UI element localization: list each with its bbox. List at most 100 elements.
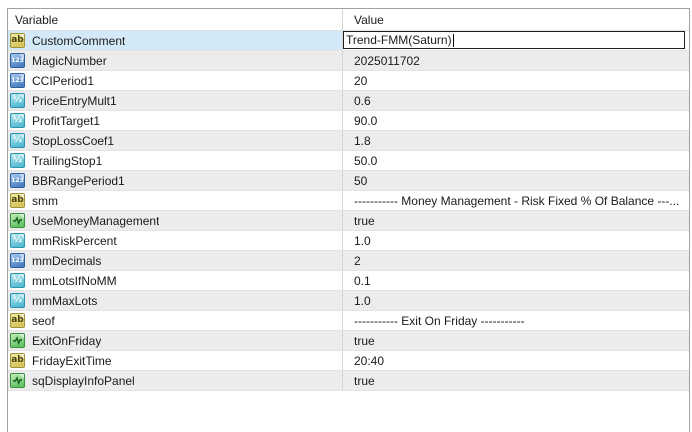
value-cell[interactable]: 1.0: [343, 231, 689, 250]
variable-name: ProfitTarget1: [32, 114, 100, 128]
value-text: 1.8: [354, 134, 371, 148]
value-cell[interactable]: 0.6: [343, 91, 689, 110]
table-row[interactable]: ½ ProfitTarget1 90.0: [8, 111, 689, 131]
double-icon: ½: [10, 153, 25, 168]
table-row[interactable]: ½ mmMaxLots 1.0: [8, 291, 689, 311]
table-row[interactable]: ½ mmLotsIfNoMM 0.1: [8, 271, 689, 291]
value-cell[interactable]: 20: [343, 71, 689, 90]
variable-name: StopLossCoef1: [32, 134, 114, 148]
value-cell[interactable]: 2025011702: [343, 51, 689, 70]
value-cell[interactable]: 50.0: [343, 151, 689, 170]
value-cell[interactable]: ----------- Exit On Friday -----------: [343, 311, 689, 330]
string-icon: ab: [10, 193, 25, 208]
boolean-icon: [10, 333, 25, 348]
value-text: true: [354, 334, 375, 348]
double-icon: ½: [10, 133, 25, 148]
integer-icon: 123: [10, 73, 25, 88]
integer-icon: 123: [10, 53, 25, 68]
variable-cell: ½ TrailingStop1: [8, 151, 343, 170]
value-text: 1.0: [354, 294, 371, 308]
double-icon: ½: [10, 293, 25, 308]
value-text: 0.6: [354, 94, 371, 108]
parameter-rows: ab CustomComment Trend-FMM(Saturn) 123 M…: [8, 31, 689, 391]
variable-name: sqDisplayInfoPanel: [32, 374, 135, 388]
value-cell[interactable]: 2: [343, 251, 689, 270]
variable-name: PriceEntryMult1: [32, 94, 117, 108]
string-icon: ab: [10, 33, 25, 48]
value-edit-input[interactable]: Trend-FMM(Saturn): [343, 31, 685, 49]
table-row[interactable]: 123 CCIPeriod1 20: [8, 71, 689, 91]
string-icon: ab: [10, 313, 25, 328]
table-row[interactable]: 123 MagicNumber 2025011702: [8, 51, 689, 71]
value-cell[interactable]: Trend-FMM(Saturn): [343, 31, 689, 50]
value-cell[interactable]: ----------- Money Management - Risk Fixe…: [343, 191, 689, 210]
value-text: true: [354, 374, 375, 388]
table-row[interactable]: sqDisplayInfoPanel true: [8, 371, 689, 391]
variable-name: ExitOnFriday: [32, 334, 101, 348]
variable-name: FridayExitTime: [32, 354, 112, 368]
variable-cell: ½ mmMaxLots: [8, 291, 343, 310]
table-row[interactable]: ½ StopLossCoef1 1.8: [8, 131, 689, 151]
table-row[interactable]: ab FridayExitTime 20:40: [8, 351, 689, 371]
table-header-row: Variable Value: [8, 9, 689, 31]
variable-name: seof: [32, 314, 55, 328]
column-header-value: Value: [343, 9, 689, 30]
value-text: 1.0: [354, 234, 371, 248]
value-cell[interactable]: 1.0: [343, 291, 689, 310]
variable-cell: 123 MagicNumber: [8, 51, 343, 70]
value-text: 2: [354, 254, 361, 268]
double-icon: ½: [10, 93, 25, 108]
table-row[interactable]: ab seof ----------- Exit On Friday -----…: [8, 311, 689, 331]
value-cell[interactable]: true: [343, 211, 689, 230]
value-cell[interactable]: 90.0: [343, 111, 689, 130]
variable-name: mmMaxLots: [32, 294, 97, 308]
variable-name: UseMoneyManagement: [32, 214, 159, 228]
table-row[interactable]: ab smm ----------- Money Management - Ri…: [8, 191, 689, 211]
table-row[interactable]: 123 BBRangePeriod1 50: [8, 171, 689, 191]
value-cell[interactable]: 50: [343, 171, 689, 190]
variable-name: TrailingStop1: [32, 154, 102, 168]
double-icon: ½: [10, 233, 25, 248]
variable-name: CCIPeriod1: [32, 74, 94, 88]
variable-name: CustomComment: [32, 34, 125, 48]
value-cell[interactable]: 1.8: [343, 131, 689, 150]
boolean-icon: [10, 213, 25, 228]
variable-cell: sqDisplayInfoPanel: [8, 371, 343, 390]
value-text: 20: [354, 74, 367, 88]
double-icon: ½: [10, 113, 25, 128]
variable-cell: ½ ProfitTarget1: [8, 111, 343, 130]
variable-cell: ½ mmLotsIfNoMM: [8, 271, 343, 290]
integer-icon: 123: [10, 173, 25, 188]
boolean-icon: [10, 373, 25, 388]
variable-cell: ab CustomComment: [8, 31, 343, 50]
table-row[interactable]: ab CustomComment Trend-FMM(Saturn): [8, 31, 689, 51]
integer-icon: 123: [10, 253, 25, 268]
variable-cell: 123 BBRangePeriod1: [8, 171, 343, 190]
value-text: 2025011702: [354, 54, 420, 68]
table-row[interactable]: ½ PriceEntryMult1 0.6: [8, 91, 689, 111]
value-cell[interactable]: 0.1: [343, 271, 689, 290]
variable-cell: 123 mmDecimals: [8, 251, 343, 270]
table-row[interactable]: ExitOnFriday true: [8, 331, 689, 351]
value-cell[interactable]: true: [343, 371, 689, 390]
variable-cell: ExitOnFriday: [8, 331, 343, 350]
variable-name: mmRiskPercent: [32, 234, 117, 248]
variable-name: MagicNumber: [32, 54, 107, 68]
table-row[interactable]: 123 mmDecimals 2: [8, 251, 689, 271]
table-row[interactable]: ½ TrailingStop1 50.0: [8, 151, 689, 171]
string-icon: ab: [10, 353, 25, 368]
value-text: 20:40: [354, 354, 384, 368]
value-text: 50: [354, 174, 367, 188]
variable-name: mmLotsIfNoMM: [32, 274, 117, 288]
table-row[interactable]: ½ mmRiskPercent 1.0: [8, 231, 689, 251]
edit-value-text: Trend-FMM(Saturn): [346, 33, 452, 47]
variable-name: mmDecimals: [32, 254, 101, 268]
table-row[interactable]: UseMoneyManagement true: [8, 211, 689, 231]
value-cell[interactable]: true: [343, 331, 689, 350]
text-caret: [453, 34, 454, 47]
value-cell[interactable]: 20:40: [343, 351, 689, 370]
column-header-variable: Variable: [8, 9, 343, 30]
value-text: ----------- Money Management - Risk Fixe…: [354, 194, 679, 208]
variable-name: BBRangePeriod1: [32, 174, 125, 188]
variable-name: smm: [32, 194, 58, 208]
